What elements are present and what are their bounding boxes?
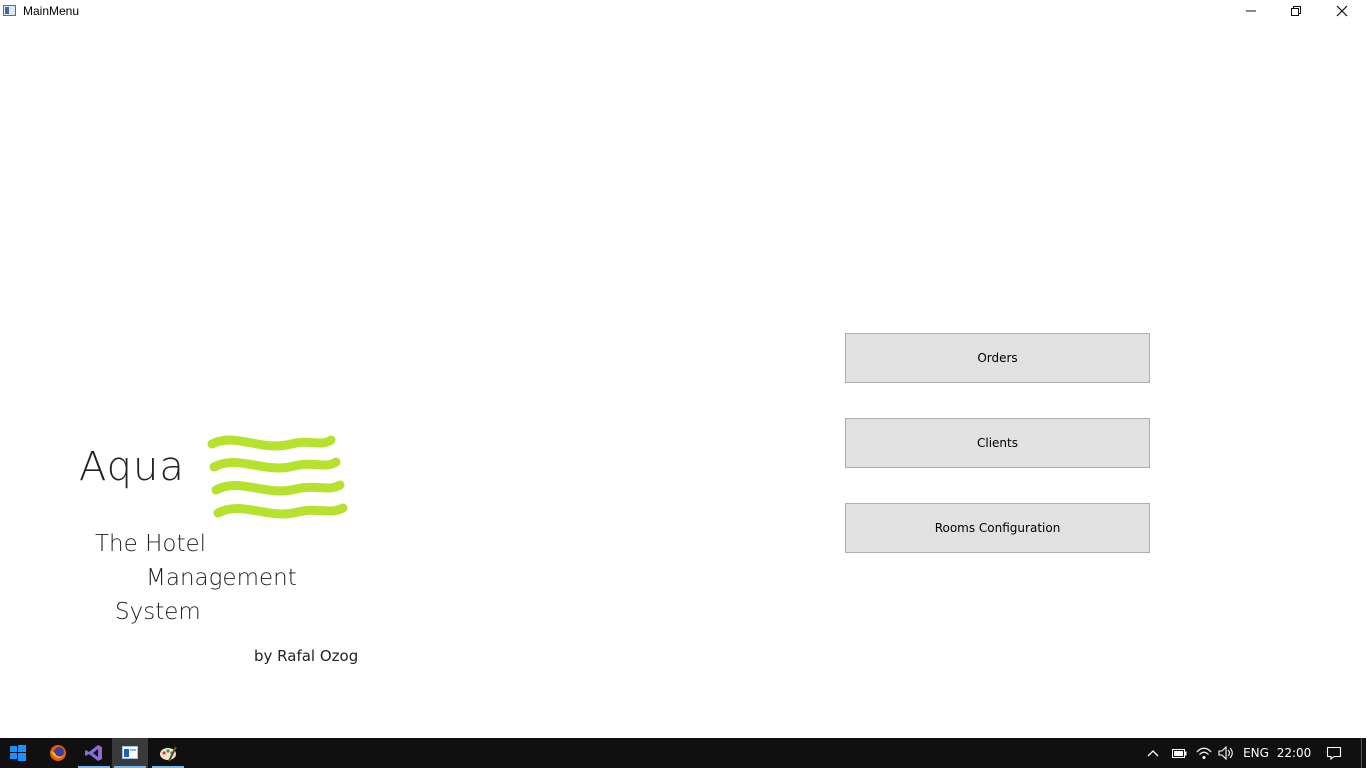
app-logo: Aqua The Hotel Management System by Rafa…	[70, 420, 390, 680]
tagline-line-3: System	[115, 599, 201, 625]
logo-name: Aqua	[79, 444, 185, 490]
window-app-icon	[3, 5, 16, 16]
input-language[interactable]: ENG	[1240, 738, 1272, 768]
title-bar[interactable]: MainMenu	[0, 0, 1366, 23]
waves-icon	[207, 435, 348, 519]
network-button[interactable]	[1193, 738, 1215, 768]
clock[interactable]: 22:00	[1277, 738, 1312, 768]
battery-icon	[1172, 749, 1187, 758]
rooms-configuration-button[interactable]: Rooms Configuration	[845, 503, 1150, 553]
action-center-button[interactable]	[1322, 738, 1346, 768]
tagline-line-2: Management	[146, 565, 297, 591]
volume-button[interactable]	[1215, 738, 1237, 768]
speaker-icon	[1218, 746, 1233, 760]
start-button[interactable]	[0, 738, 36, 768]
app-window: MainMenu Aqua The Hotel Management Syste…	[0, 0, 1366, 738]
orders-button[interactable]: Orders	[845, 333, 1150, 383]
window-title: MainMenu	[23, 4, 80, 18]
restore-button[interactable]	[1273, 0, 1319, 23]
taskbar: ENG 22:00	[0, 738, 1366, 768]
author-credit: by Rafal Ozog	[254, 647, 359, 665]
taskbar-visual-studio[interactable]	[76, 738, 112, 768]
notification-icon	[1326, 746, 1342, 760]
wifi-icon	[1196, 747, 1212, 759]
firefox-icon	[50, 745, 66, 761]
taskbar-firefox[interactable]	[40, 738, 76, 768]
close-button[interactable]	[1319, 0, 1365, 23]
show-hidden-icons-button[interactable]	[1144, 738, 1162, 768]
clients-button[interactable]: Clients	[845, 418, 1150, 468]
restore-icon	[1291, 6, 1301, 16]
minimize-button[interactable]	[1228, 0, 1274, 23]
paint-icon	[160, 746, 177, 762]
mainmenu-app-icon	[122, 746, 138, 759]
close-icon	[1336, 5, 1348, 17]
chevron-up-icon	[1147, 750, 1159, 757]
battery-button[interactable]	[1168, 738, 1190, 768]
show-desktop-button[interactable]	[1361, 738, 1362, 768]
taskbar-paint[interactable]	[150, 738, 186, 768]
tagline-line-1: The Hotel	[95, 531, 207, 557]
minimize-icon	[1246, 10, 1256, 12]
windows-icon	[10, 745, 26, 761]
visual-studio-icon	[85, 745, 102, 761]
taskbar-mainmenu-app[interactable]	[112, 738, 148, 768]
